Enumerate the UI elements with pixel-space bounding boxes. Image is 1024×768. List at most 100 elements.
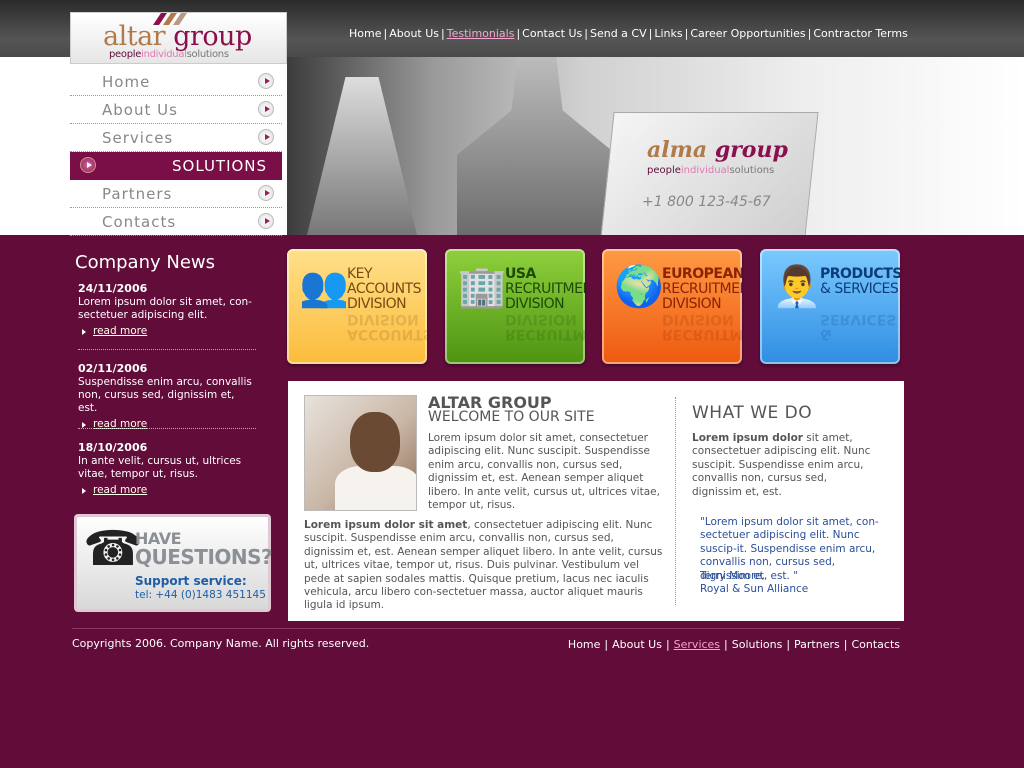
arrow-right-icon — [258, 185, 274, 201]
news-divider — [78, 428, 256, 429]
nav-separator: | — [383, 27, 388, 40]
questions-box[interactable]: ☎ HAVE QUESTIONS? Support service: tel: … — [74, 514, 273, 612]
nav-separator: | — [648, 27, 653, 40]
top-nav-link-career-opportunities[interactable]: Career Opportunities — [690, 27, 805, 40]
nav-separator: | — [516, 27, 521, 40]
arrow-right-icon — [80, 157, 96, 173]
tile-subtitle: RECRUITMENT DIVISION — [662, 281, 742, 312]
tile-title: USA — [505, 266, 536, 282]
what-we-do-text: Lorem ipsum dolor sit amet, consectetuer… — [692, 432, 871, 498]
side-menu-label: Services — [102, 129, 174, 147]
top-nav-link-contact-us[interactable]: Contact Us — [522, 27, 582, 40]
footer-link-services[interactable]: Services — [674, 638, 720, 651]
side-menu-item-services[interactable]: Services — [70, 124, 282, 152]
content-panel: ALTAR GROUP WELCOME TO OUR SITE Lorem ip… — [288, 381, 904, 621]
body-paragraph: Lorem ipsum dolor sit amet, consectetuer… — [304, 519, 663, 612]
footer-link-solutions[interactable]: Solutions — [732, 638, 783, 651]
side-menu-item-about-us[interactable]: About Us — [70, 96, 282, 124]
nav-separator: | — [584, 27, 588, 40]
copyright: Copyrights 2006. Company Name. All right… — [72, 637, 370, 650]
support-phone: tel: +44 (0)1483 451145 — [135, 589, 266, 601]
footer-separator: | — [604, 638, 609, 651]
tile-subtitle: ACCOUNTS DIVISION — [347, 281, 422, 312]
tile-reflection: ACCOUNTS DIVISION — [347, 311, 427, 342]
top-nav-link-testimonials[interactable]: Testimonials — [447, 27, 515, 40]
arrow-right-icon — [258, 129, 274, 145]
footer-link-about-us[interactable]: About Us — [612, 638, 662, 651]
side-menu-label: SOLUTIONS — [172, 157, 268, 175]
news-item: 18/10/2006 In ante velit, cursus ut, ultr… — [78, 441, 256, 497]
news-title: Company News — [75, 252, 215, 273]
support-label: Support service: — [135, 574, 247, 588]
news-item: 24/11/2006 Lorem ipsum dolor sit amet, co… — [78, 282, 256, 338]
woman-on-phone-photo — [304, 395, 417, 511]
hero-tagline: peopleindividualsolutions — [647, 165, 775, 176]
column-divider — [675, 397, 676, 605]
side-menu-item-home[interactable]: Home — [70, 68, 282, 96]
news-date: 24/11/2006 — [78, 282, 148, 295]
tile-reflection: & SERVICES — [820, 311, 897, 342]
top-nav-link-about-us[interactable]: About Us — [389, 27, 439, 40]
questions-heading: QUESTIONS? — [135, 545, 273, 569]
read-more-link[interactable]: read more — [78, 418, 256, 431]
top-nav-link-contractor-terms[interactable]: Contractor Terms — [813, 27, 907, 40]
news-text: Suspendisse enim arcu, convallis non, cu… — [78, 376, 252, 414]
news-text: Lorem ipsum dolor sit amet, con-sectetue… — [78, 296, 252, 321]
hero-banner: alma group peopleindividualsolutions +1 … — [287, 57, 1024, 235]
telephone-icon: ☎ — [83, 521, 143, 577]
side-menu-label: Home — [102, 73, 151, 91]
read-more-link[interactable]: read more — [78, 325, 256, 338]
footer-nav: Home | About Us | Services | Solutions | Partner… — [568, 638, 900, 651]
side-menu-item-partners[interactable]: Partners — [70, 180, 282, 208]
hero-brand: alma group — [647, 137, 788, 163]
division-tile-3[interactable]: 🌍EUROPEANRECRUITMENT DIVISIONRECRUITMENT… — [602, 249, 742, 364]
logo[interactable]: altar group peopleindividualsolutions — [70, 12, 287, 64]
businessman-image — [457, 57, 617, 235]
top-nav-link-home[interactable]: Home — [349, 27, 381, 40]
arrow-right-icon — [258, 101, 274, 117]
tile-reflection: RECRUITMENT DIVISION — [505, 311, 585, 342]
people-icon: 👥 — [299, 264, 349, 310]
tile-title: EUROPEAN — [662, 266, 742, 282]
side-menu-label: Contacts — [102, 213, 177, 231]
section-subtitle: WELCOME TO OUR SITE — [428, 409, 595, 425]
division-tile-2[interactable]: 🏢USARECRUITMENT DIVISIONRECRUITMENT DIVI… — [445, 249, 585, 364]
nav-separator: | — [807, 27, 812, 40]
tile-subtitle: RECRUITMENT DIVISION — [505, 281, 585, 312]
side-menu: Home About Us Services SOLUTIONS Partners Con… — [70, 68, 282, 236]
nav-separator: | — [684, 27, 689, 40]
building-icon: 🏢 — [457, 264, 507, 310]
footer-link-home[interactable]: Home — [568, 638, 600, 651]
news-item: 02/11/2006 Suspendisse enim arcu, convall… — [78, 362, 256, 431]
testimonial-author: Terry Moore, — [700, 570, 765, 582]
tile-title: PRODUCTS — [820, 266, 900, 282]
side-menu-item-contacts[interactable]: Contacts — [70, 208, 282, 236]
train-aisle-image — [307, 77, 417, 235]
meeting-icon: 👨‍💼 — [772, 264, 822, 310]
nav-separator: | — [441, 27, 445, 40]
footer-link-partners[interactable]: Partners — [794, 638, 840, 651]
footer-rule — [72, 628, 900, 629]
read-more-link[interactable]: read more — [78, 484, 256, 497]
side-menu-item-solutions[interactable]: SOLUTIONS — [70, 152, 282, 180]
what-we-do-title: WHAT WE DO — [692, 403, 813, 423]
photo-face — [350, 412, 400, 472]
news-date: 02/11/2006 — [78, 362, 148, 375]
top-nav-link-links[interactable]: Links — [654, 27, 682, 40]
division-tile-4[interactable]: 👨‍💼 PRODUCTS & SERVICES & SERVICES — [760, 249, 900, 364]
tile-title: KEY — [347, 266, 373, 282]
photo-body — [335, 466, 416, 510]
footer-separator: | — [843, 638, 848, 651]
division-tile-1[interactable]: 👥 KEY ACCOUNTS DIVISION ACCOUNTS DIVISION — [287, 249, 427, 364]
side-menu-label: About Us — [102, 101, 178, 119]
arrow-right-icon — [258, 213, 274, 229]
top-nav-link-send-a-cv[interactable]: Send a CV — [590, 27, 647, 40]
news-divider — [78, 349, 256, 350]
logo-name: altar group — [103, 21, 252, 52]
globe-icon: 🌍 — [614, 264, 664, 310]
testimonial-company: Royal & Sun Alliance — [700, 583, 809, 595]
side-menu-label: Partners — [102, 185, 173, 203]
footer-link-contacts[interactable]: Contacts — [851, 638, 900, 651]
intro-paragraph: Lorem ipsum dolor sit amet, consectetuer… — [428, 432, 660, 512]
logo-tagline: peopleindividualsolutions — [109, 49, 229, 60]
